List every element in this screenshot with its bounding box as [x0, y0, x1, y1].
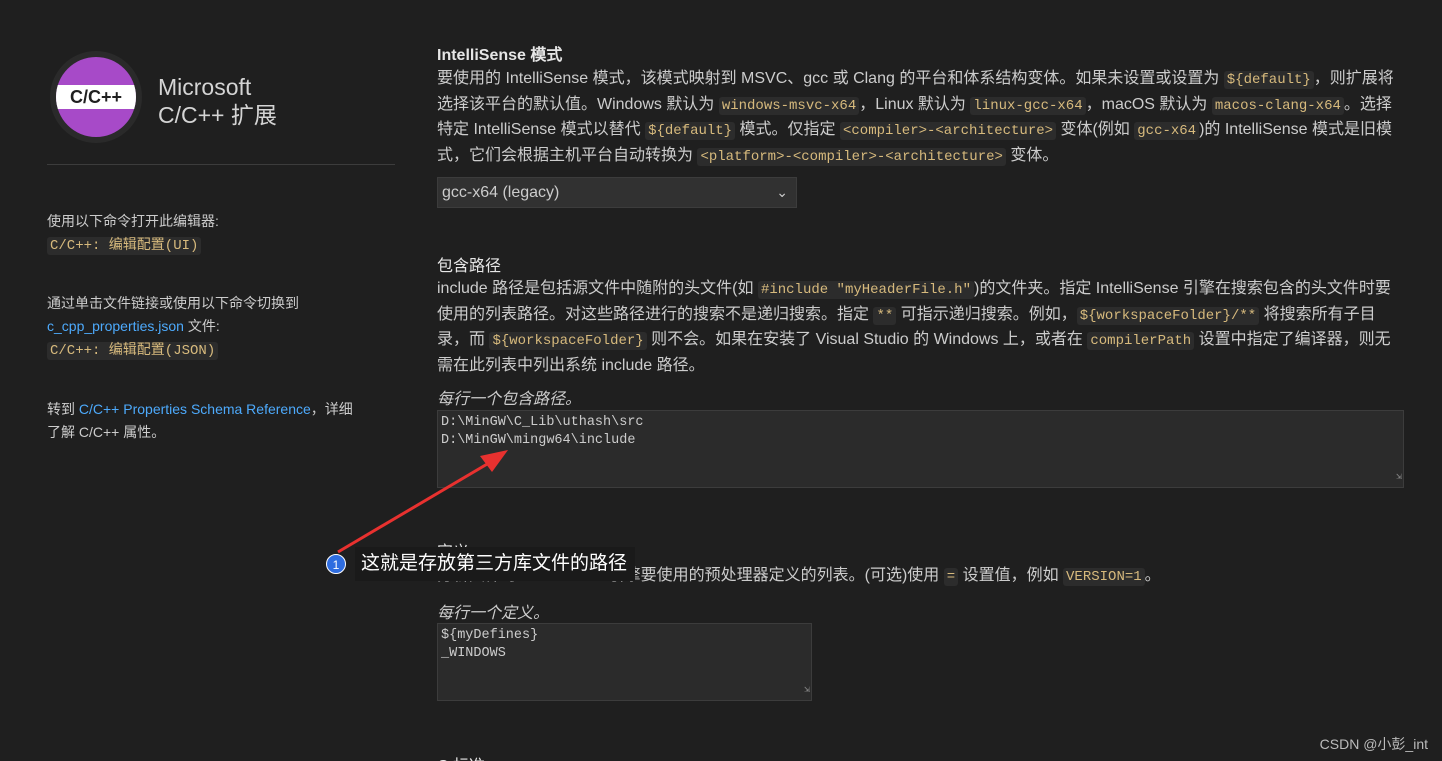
- annotation-callout: 这就是存放第三方库文件的路径: [355, 547, 636, 581]
- annotation-arrow: [337, 450, 508, 554]
- watermark: CSDN @小彭_int: [1319, 736, 1428, 752]
- annotation-number-badge: 1: [326, 554, 346, 574]
